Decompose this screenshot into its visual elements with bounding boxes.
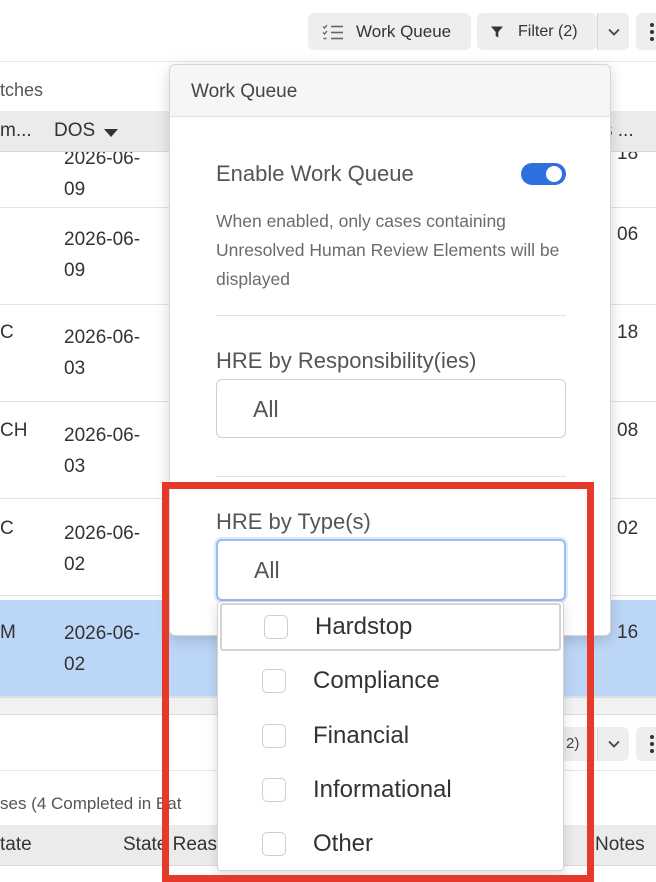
filter-button[interactable]: Filter (2)	[477, 13, 597, 50]
hre-type-select[interactable]: All	[216, 539, 566, 601]
option-other[interactable]: Other	[218, 820, 563, 868]
column-header-state-reason[interactable]: State Reas	[123, 834, 217, 856]
more-vertical-icon	[650, 735, 654, 753]
toggle-knob	[546, 166, 562, 182]
option-label: Informational	[313, 776, 452, 803]
checklist-icon	[322, 24, 343, 39]
divider	[216, 476, 566, 477]
option-informational[interactable]: Informational	[218, 766, 563, 814]
secondary-filter-button[interactable]: 2)	[560, 727, 596, 761]
enable-work-queue-toggle[interactable]	[521, 163, 566, 185]
table-cell: M	[0, 622, 16, 643]
checkbox[interactable]	[264, 615, 288, 639]
table-cell-dos: 2026-06- 09	[64, 152, 141, 200]
table-cell: 02	[617, 518, 639, 539]
option-label: Financial	[313, 722, 410, 749]
option-label: Hardstop	[315, 613, 413, 640]
filter-icon	[491, 26, 503, 37]
table-cell: CH	[0, 420, 28, 441]
checkbox[interactable]	[262, 724, 286, 748]
enable-work-queue-description: When enabled, only cases containing Unre…	[216, 211, 560, 289]
cases-section-title: ses (4 Completed in Bat	[0, 794, 182, 813]
chevron-down-icon	[607, 740, 620, 748]
work-queue-button[interactable]: Work Queue	[308, 13, 471, 50]
work-queue-label: Work Queue	[356, 21, 452, 41]
filter-dropdown-button[interactable]	[597, 13, 629, 50]
table-cell: 18	[617, 322, 639, 343]
column-header-dos[interactable]: DOS	[54, 120, 119, 142]
column-header-state[interactable]: tate	[0, 834, 32, 856]
table-cell-dos: 2026-06- 03	[64, 327, 141, 379]
table-cell-dos: 2026-06- 02	[64, 523, 141, 575]
top-toolbar: Work Queue Filter (2)	[0, 0, 656, 62]
column-header-dos-label: DOS	[54, 120, 96, 141]
more-vertical-icon	[650, 22, 654, 41]
hre-type-label: HRE by Type(s)	[216, 509, 371, 534]
option-financial[interactable]: Financial	[218, 712, 563, 760]
enable-work-queue-label: Enable Work Queue	[216, 161, 414, 186]
checkbox[interactable]	[262, 778, 286, 802]
secondary-more-options-button[interactable]	[636, 727, 656, 761]
divider	[216, 315, 566, 316]
table-cell: 06	[617, 224, 639, 245]
option-label: Other	[313, 830, 374, 857]
option-hardstop[interactable]: Hardstop	[220, 603, 561, 651]
more-options-button[interactable]	[636, 13, 656, 50]
table-cell-dos: 2026-06- 09	[64, 229, 141, 281]
filter-label: Filter (2)	[518, 22, 578, 40]
column-header-notes[interactable]: Notes	[595, 834, 645, 856]
column-header-name[interactable]: m...	[0, 120, 32, 142]
checkbox[interactable]	[262, 669, 286, 693]
table-cell-dos: 2026-06- 03	[64, 425, 141, 477]
table-cell: C	[0, 518, 14, 539]
batches-section-title: tches	[0, 80, 44, 100]
checkbox[interactable]	[262, 832, 286, 856]
secondary-filter-dropdown-button[interactable]	[597, 727, 629, 761]
sort-descending-icon	[104, 128, 119, 137]
table-cell-dos: 2026-06- 02	[64, 623, 141, 675]
option-label: Compliance	[313, 667, 440, 694]
work-queue-popover: Work Queue Enable Work Queue When enable…	[169, 64, 611, 636]
hre-responsibility-select[interactable]: All	[216, 379, 566, 438]
table-cell: C	[0, 322, 14, 343]
table-cell: 08	[617, 420, 639, 441]
popover-title: Work Queue	[170, 65, 610, 117]
chevron-down-icon	[607, 28, 620, 36]
hre-type-dropdown: Hardstop Compliance Financial Informatio…	[217, 601, 564, 871]
hre-responsibility-label: HRE by Responsibility(ies)	[216, 348, 477, 373]
option-compliance[interactable]: Compliance	[218, 657, 563, 705]
table-cell: 18	[617, 152, 639, 164]
table-cell: 16	[617, 622, 639, 643]
